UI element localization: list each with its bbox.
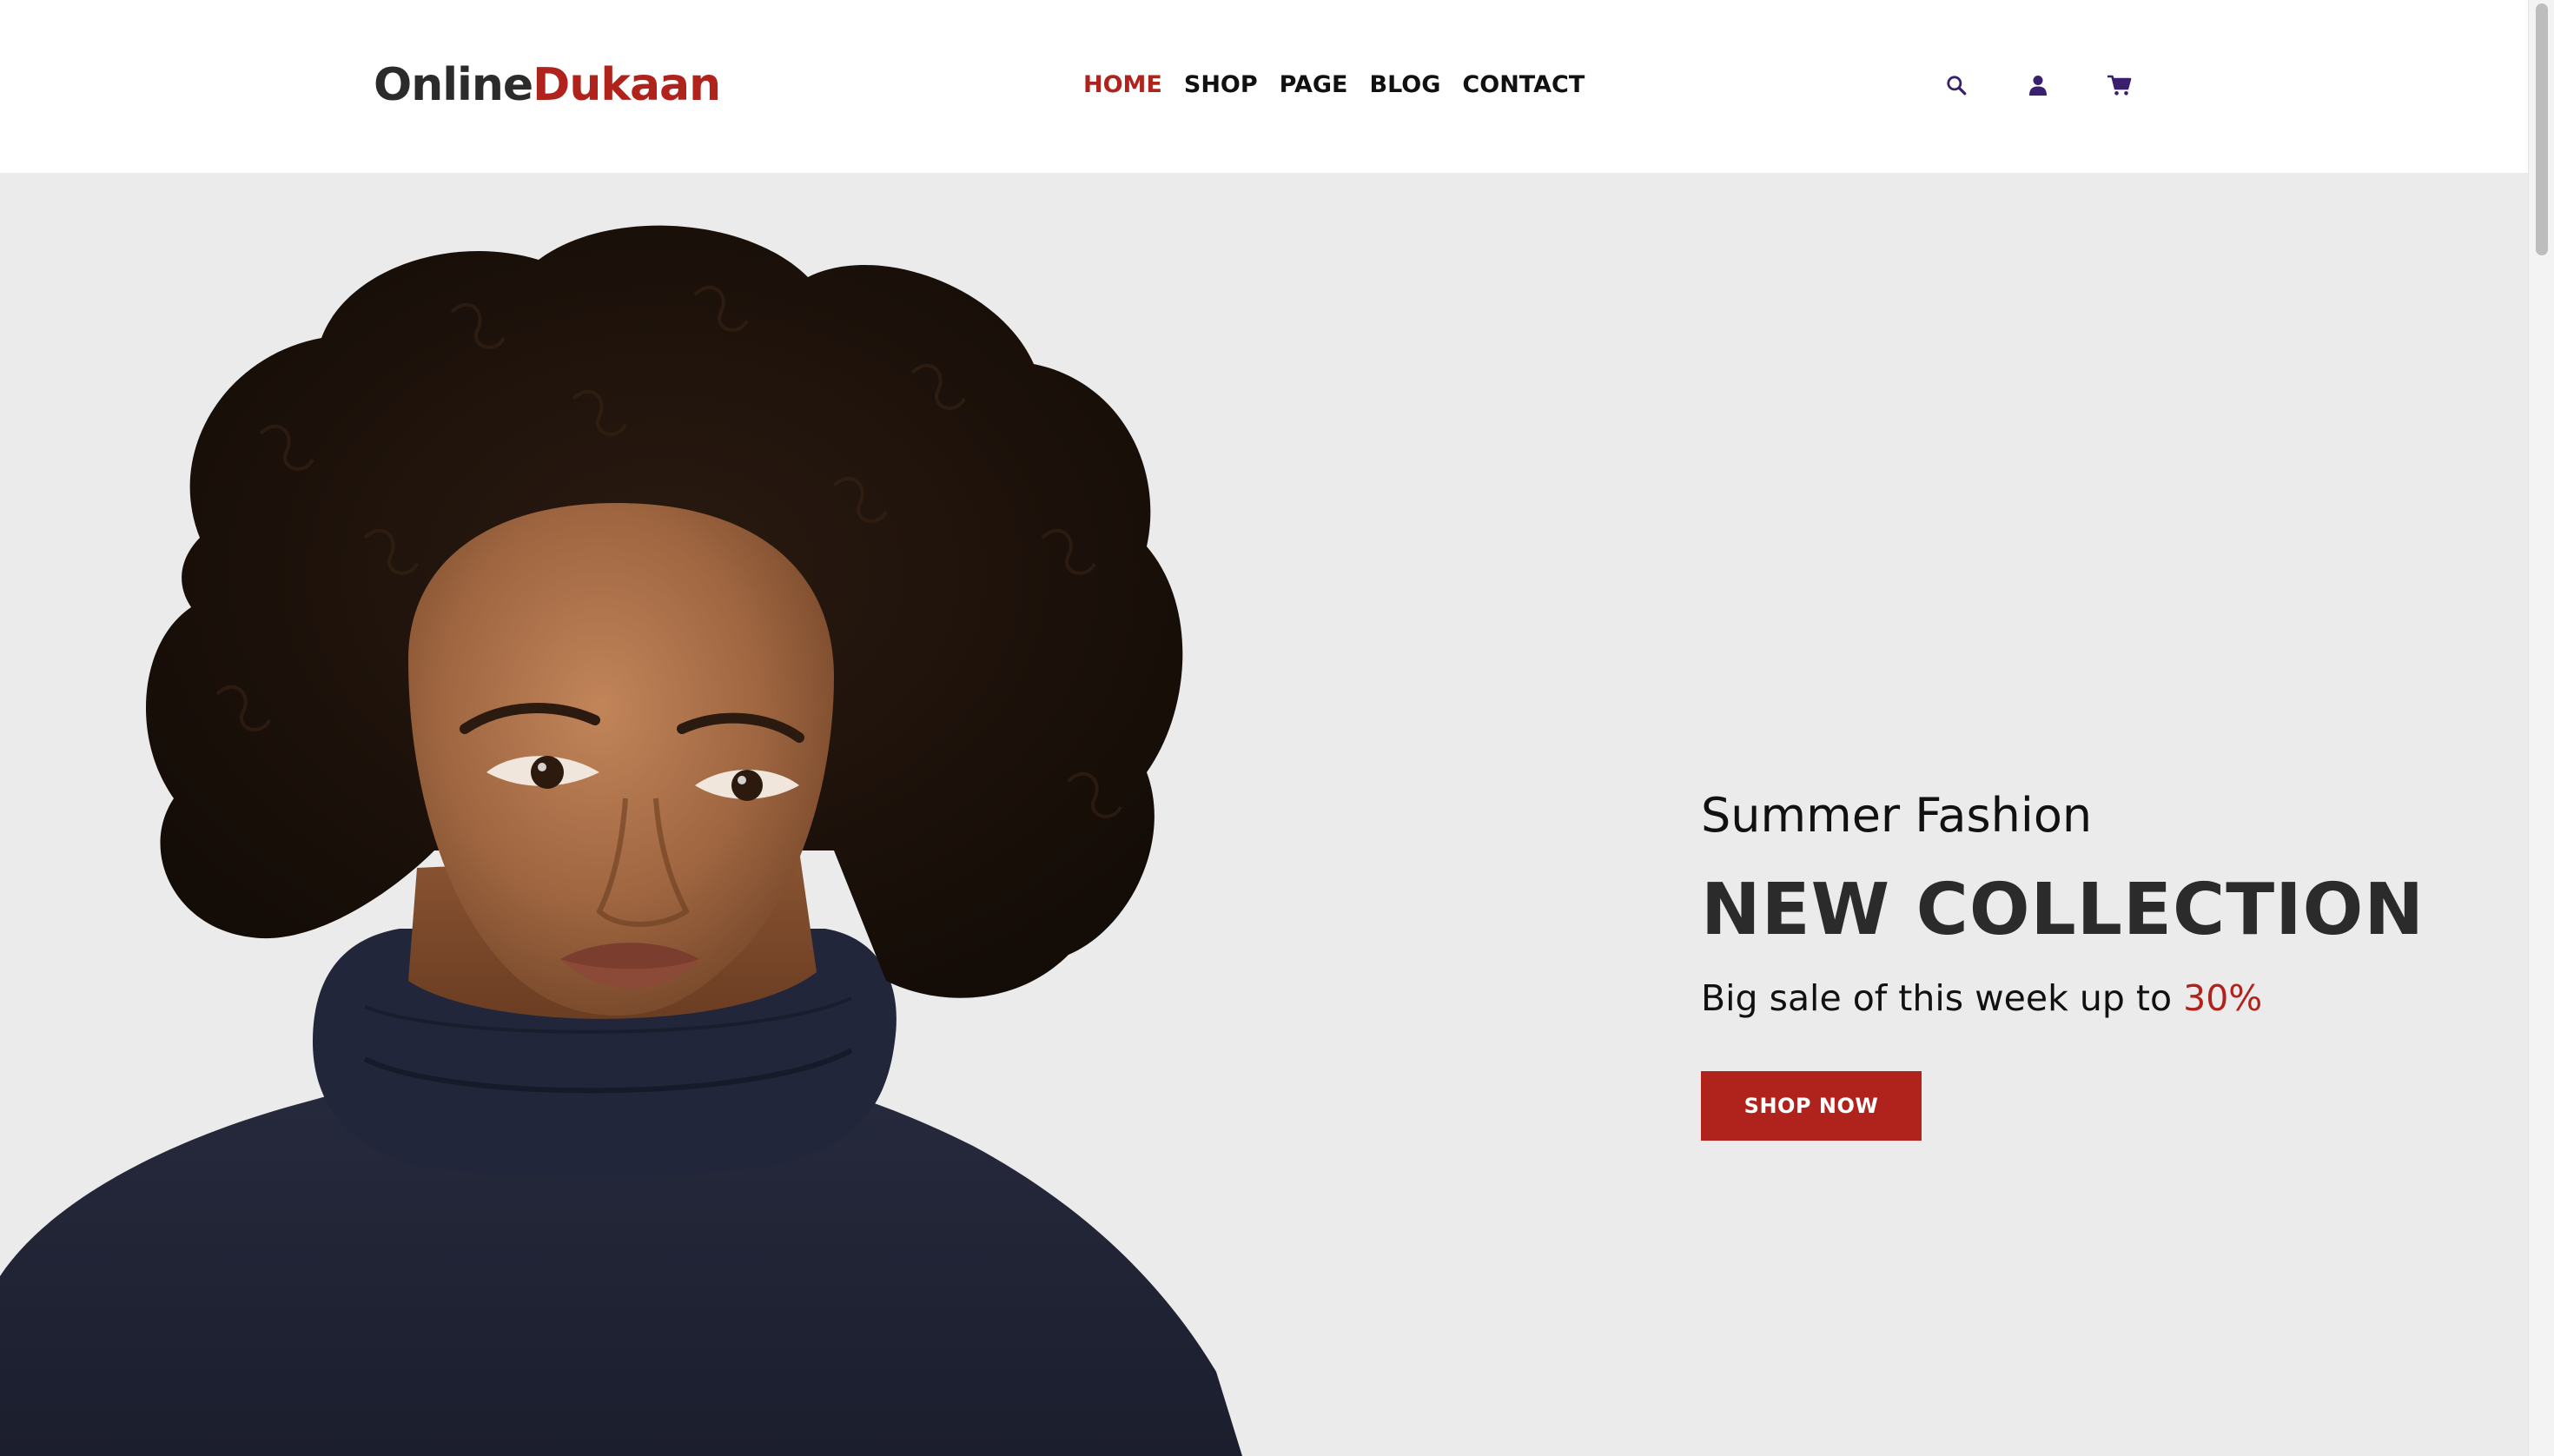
cart-icon[interactable] (2102, 68, 2137, 103)
nav-item-blog[interactable]: BLOG (1369, 68, 1440, 103)
sale-text: Big sale of this week up to (1701, 977, 2184, 1019)
page-scrollbar[interactable] (2528, 0, 2554, 1456)
nav-item-page[interactable]: PAGE (1280, 68, 1348, 103)
nav-item-home[interactable]: HOME (1083, 68, 1162, 103)
hero-sale-line: Big sale of this week up to 30% (1701, 970, 2483, 1026)
shop-now-button[interactable]: SHOP NOW (1701, 1071, 1922, 1141)
hero-banner: Summer Fashion NEW COLLECTION Big sale o… (0, 173, 2528, 1456)
nav-item-contact[interactable]: CONTACT (1462, 68, 1585, 103)
brand-logo-part2: Dukaan (533, 59, 721, 111)
brand-logo[interactable]: OnlineDukaan (374, 54, 721, 116)
main-nav: HOME SHOP PAGE BLOG CONTACT (1083, 68, 1585, 103)
site-header: OnlineDukaan HOME SHOP PAGE BLOG CONTACT (0, 0, 2528, 173)
hero-headline: NEW COLLECTION (1701, 869, 2425, 951)
page: OnlineDukaan HOME SHOP PAGE BLOG CONTACT (0, 0, 2554, 1456)
nav-item-shop[interactable]: SHOP (1184, 68, 1258, 103)
user-icon[interactable] (2021, 68, 2055, 103)
model-photo (0, 225, 1242, 1456)
brand-logo-part1: Online (374, 59, 533, 111)
hero-text: Summer Fashion NEW COLLECTION Big sale o… (1701, 781, 2483, 1141)
header-icons (1937, 68, 2146, 103)
hero-subtitle: Summer Fashion (1701, 788, 2093, 843)
search-icon[interactable] (1939, 68, 1974, 103)
scrollbar-thumb[interactable] (2536, 3, 2548, 255)
sale-percent: 30% (2183, 977, 2263, 1019)
